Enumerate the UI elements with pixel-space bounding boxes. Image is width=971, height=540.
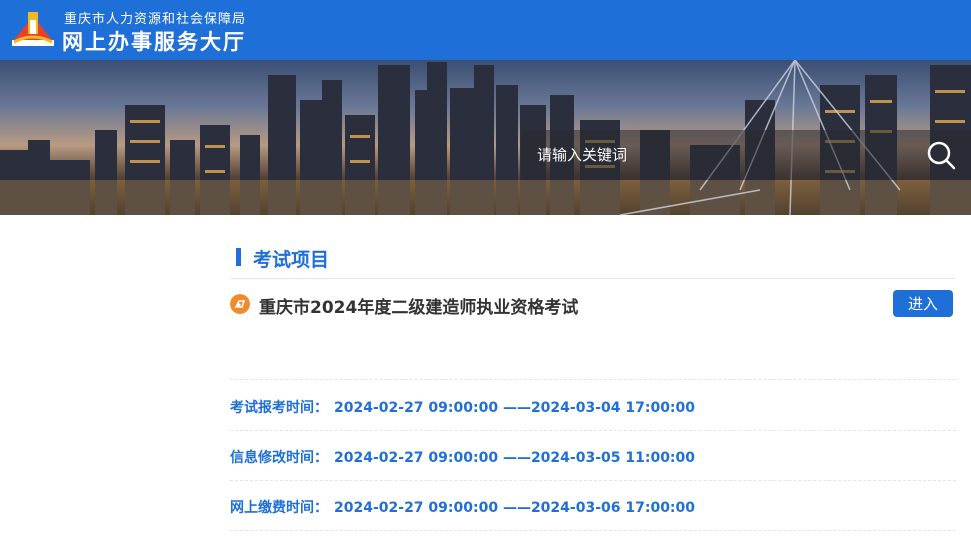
logo-icon (12, 12, 54, 46)
city-banner (0, 60, 971, 215)
hall-name: 网上办事服务大厅 (62, 30, 246, 54)
exam-name[interactable]: 重庆市2024年度二级建造师执业资格考试 (259, 293, 578, 318)
top-header: 重庆市人力资源和社会保障局 网上办事服务大厅 (0, 0, 971, 60)
section-marker (236, 248, 241, 266)
schedule-value: 2024-02-27 09:00:00 ——2024-03-05 11:00:0… (334, 450, 696, 466)
exam-icon (230, 294, 250, 314)
schedule-row-payment: 网上缴费时间： 2024-02-27 09:00:00 ——2024-03-06 … (230, 497, 695, 517)
section-title: 考试项目 (253, 249, 330, 271)
schedule-label: 信息修改时间： (230, 450, 328, 466)
schedule-row-apply: 考试报考时间： 2024-02-27 09:00:00 ——2024-03-04 … (230, 397, 695, 417)
search-icon[interactable] (924, 139, 958, 171)
org-name: 重庆市人力资源和社会保障局 (64, 12, 247, 27)
search-input[interactable] (537, 141, 897, 169)
divider (230, 480, 956, 481)
enter-button[interactable]: 进入 (893, 290, 953, 317)
divider (230, 278, 956, 279)
schedule-value: 2024-02-27 09:00:00 ——2024-03-06 17:00:0… (334, 500, 696, 516)
schedule-value: 2024-02-27 09:00:00 ——2024-03-04 17:00:0… (334, 400, 696, 416)
schedule-row-modify: 信息修改时间： 2024-02-27 09:00:00 ——2024-03-05 … (230, 447, 695, 467)
divider (230, 530, 956, 531)
schedule-label: 网上缴费时间： (230, 500, 328, 516)
divider (230, 430, 956, 431)
divider (230, 379, 956, 380)
schedule-label: 考试报考时间： (230, 400, 328, 416)
